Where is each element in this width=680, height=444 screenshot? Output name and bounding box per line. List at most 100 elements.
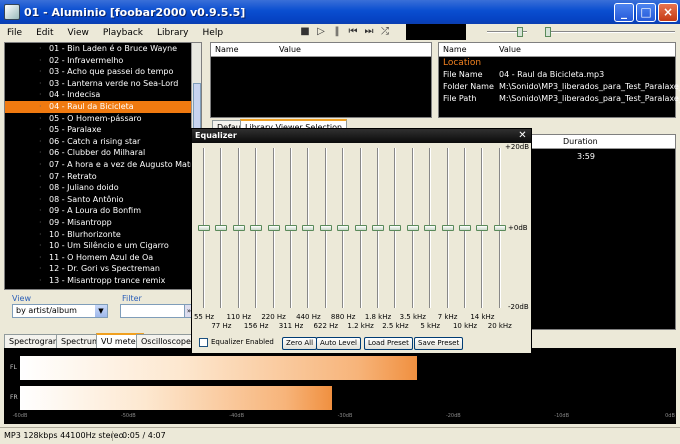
slider-thumb[interactable] bbox=[337, 225, 350, 231]
pause-icon[interactable]: ‖ bbox=[330, 26, 344, 38]
column-name[interactable]: Name bbox=[215, 43, 239, 57]
maximize-button[interactable]: □ bbox=[636, 2, 656, 22]
equalizer-enabled-checkbox[interactable] bbox=[199, 338, 208, 347]
eq-band-slider[interactable] bbox=[232, 148, 245, 308]
eq-band-slider[interactable] bbox=[302, 148, 315, 308]
slider-thumb[interactable] bbox=[476, 225, 489, 231]
tree-item[interactable]: · 11 - O Homem Azul de Oa bbox=[5, 252, 201, 264]
slider-thumb[interactable] bbox=[285, 225, 297, 231]
slider-thumb[interactable] bbox=[424, 225, 437, 231]
vu-meter: FL FR -60dB -50dB -40dB -30dB -20dB -10dB 0dB bbox=[4, 348, 676, 424]
slider-thumb[interactable] bbox=[493, 225, 506, 231]
tree-item[interactable]: · 01 - Bin Laden é o Bruce Wayne bbox=[5, 43, 201, 55]
vu-channel-label: FL bbox=[10, 364, 17, 371]
tree-item[interactable]: · 08 - Santo Antônio bbox=[5, 194, 201, 206]
filter-input[interactable] bbox=[120, 304, 192, 318]
slider-thumb[interactable] bbox=[232, 225, 245, 231]
tree-item[interactable]: · 12 - Dr. Gori vs Spectreman bbox=[5, 263, 201, 275]
play-icon[interactable]: ▷ bbox=[314, 26, 328, 38]
eq-band-slider[interactable] bbox=[424, 148, 437, 308]
eq-band-slider[interactable] bbox=[354, 148, 367, 308]
zero-all-button[interactable]: Zero All bbox=[282, 337, 318, 350]
eq-band-slider[interactable] bbox=[215, 148, 228, 308]
menu-view[interactable]: View bbox=[61, 28, 96, 38]
slider-thumb[interactable] bbox=[198, 225, 210, 231]
minimize-button[interactable]: _ bbox=[614, 2, 634, 22]
tree-item[interactable]: · 05 - Paralaxe bbox=[5, 124, 201, 136]
stop-icon[interactable]: ■ bbox=[298, 26, 312, 38]
eq-band-slider[interactable] bbox=[285, 148, 297, 308]
eq-band-slider[interactable] bbox=[198, 148, 210, 308]
tree-item[interactable]: · 13 - Misantropp trance remix bbox=[5, 275, 201, 287]
tree-item[interactable]: · 03 - Lanterna verde no Sea-Lord bbox=[5, 78, 201, 90]
slider-thumb[interactable] bbox=[250, 225, 263, 231]
slider-thumb[interactable] bbox=[459, 225, 471, 231]
eq-band-slider[interactable] bbox=[250, 148, 263, 308]
slider-thumb[interactable] bbox=[389, 225, 402, 231]
eq-band-slider[interactable] bbox=[476, 148, 489, 308]
menu-help[interactable]: Help bbox=[196, 28, 231, 38]
property-name: Folder Name bbox=[443, 82, 494, 91]
tree-item[interactable]: · 09 - Misantropp bbox=[5, 217, 201, 229]
tree-item[interactable]: · 08 - Juliano doido bbox=[5, 182, 201, 194]
eq-band-slider[interactable] bbox=[337, 148, 350, 308]
view-dropdown[interactable]: by artist/album ▼ bbox=[12, 304, 108, 318]
eq-band-slider[interactable] bbox=[319, 148, 332, 308]
next-icon[interactable]: ⏭ bbox=[362, 26, 376, 38]
tree-item[interactable]: · 06 - Catch a rising star bbox=[5, 136, 201, 148]
save-preset-button[interactable]: Save Preset bbox=[414, 337, 464, 350]
chevron-down-icon[interactable]: ▼ bbox=[95, 305, 107, 317]
property-row[interactable]: File Path M:\Sonido\MP3_liberados_para_Te… bbox=[439, 93, 680, 105]
slider-thumb[interactable] bbox=[319, 225, 332, 231]
tree-item[interactable]: · 09 - A Loura do Bonfim bbox=[5, 205, 201, 217]
menu-edit[interactable]: Edit bbox=[29, 28, 60, 38]
slider-thumb[interactable] bbox=[267, 225, 280, 231]
property-row[interactable]: Folder Name M:\Sonido\MP3_liberados_para_… bbox=[439, 81, 680, 93]
tab-oscilloscope[interactable]: Oscilloscope bbox=[136, 334, 196, 348]
tree-item[interactable]: · 07 - A hora e a vez de Augusto Matraga bbox=[5, 159, 201, 171]
tree-item[interactable]: · 05 - O Homem-pássaro bbox=[5, 113, 201, 125]
eq-band-slider[interactable] bbox=[459, 148, 471, 308]
slider-thumb[interactable] bbox=[302, 225, 315, 231]
eq-band-slider[interactable] bbox=[493, 148, 506, 308]
load-preset-button[interactable]: Load Preset bbox=[364, 337, 413, 350]
vu-bar-right bbox=[20, 386, 332, 410]
slider-thumb[interactable] bbox=[372, 225, 384, 231]
menu-playback[interactable]: Playback bbox=[96, 28, 150, 38]
eq-frequency-label: 156 Hz bbox=[243, 322, 269, 330]
slider-thumb[interactable] bbox=[406, 225, 419, 231]
eq-band-slider[interactable] bbox=[389, 148, 402, 308]
eq-band-slider[interactable] bbox=[372, 148, 384, 308]
close-icon[interactable]: ✕ bbox=[517, 130, 528, 141]
random-icon[interactable]: ⤮ bbox=[378, 26, 392, 38]
tree-item[interactable]: · 04 - Indecisa bbox=[5, 89, 201, 101]
auto-level-button[interactable]: Auto Level bbox=[316, 337, 361, 350]
menu-library[interactable]: Library bbox=[150, 28, 195, 38]
column-name[interactable]: Name bbox=[443, 43, 467, 57]
tree-item[interactable]: · 06 - Clubber do Milharal bbox=[5, 147, 201, 159]
tree-item[interactable]: · 10 - Blurhorizonte bbox=[5, 229, 201, 241]
tree-item[interactable]: · 10 - Um Silêncio e um Cigarro bbox=[5, 240, 201, 252]
tree-item[interactable]: · 07 - Retrato bbox=[5, 171, 201, 183]
column-value[interactable]: Value bbox=[499, 43, 521, 57]
vu-channel-label: FR bbox=[10, 394, 18, 401]
library-tree[interactable]: · 01 - Bin Laden é o Bruce Wayne · 02 - Inf… bbox=[4, 42, 202, 290]
eq-band-slider[interactable] bbox=[441, 148, 454, 308]
tree-item[interactable]: · 02 - Infravermelho bbox=[5, 55, 201, 67]
previous-icon[interactable]: ⏮ bbox=[346, 26, 360, 38]
slider-thumb[interactable] bbox=[215, 225, 228, 231]
column-duration[interactable]: Duration bbox=[563, 135, 598, 149]
tree-item[interactable]: · 03 - Acho que passei do tempo bbox=[5, 66, 201, 78]
filter-label: Filter bbox=[122, 294, 142, 303]
seek-bar[interactable] bbox=[545, 27, 675, 37]
close-button[interactable]: × bbox=[658, 2, 678, 22]
eq-band-slider[interactable] bbox=[406, 148, 419, 308]
eq-band-slider[interactable] bbox=[267, 148, 280, 308]
slider-thumb[interactable] bbox=[441, 225, 454, 231]
column-value[interactable]: Value bbox=[279, 43, 301, 57]
property-row[interactable]: File Name 04 - Raul da Bicicleta.mp3 bbox=[439, 69, 675, 81]
tree-item[interactable]: · 04 - Raul da Bicicleta bbox=[5, 100, 201, 113]
slider-thumb[interactable] bbox=[354, 225, 367, 231]
volume-slider[interactable] bbox=[487, 27, 527, 37]
menu-file[interactable]: File bbox=[0, 28, 29, 38]
